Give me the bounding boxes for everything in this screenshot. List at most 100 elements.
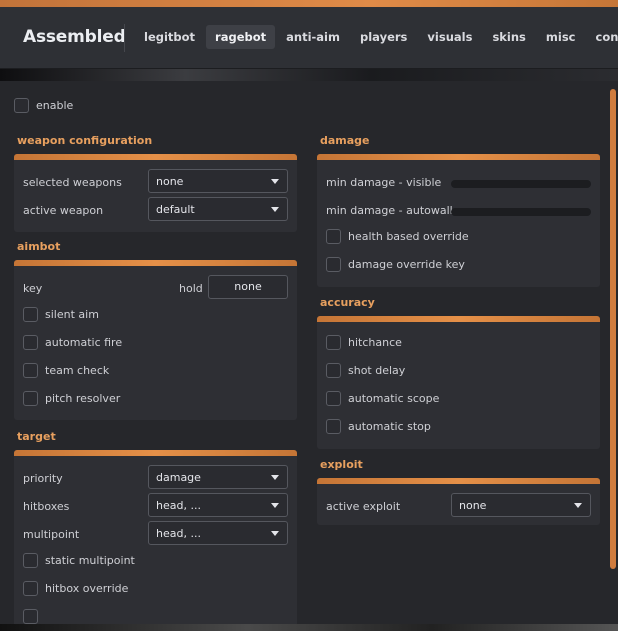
automatic-stop-label: automatic stop: [348, 420, 431, 433]
target-title: target: [17, 430, 56, 443]
chevron-down-icon: [271, 475, 279, 480]
priority-value: damage: [156, 471, 201, 484]
hitchance-label: hitchance: [348, 336, 402, 349]
health-based-override-checkbox[interactable]: health based override: [326, 229, 469, 244]
static-multipoint-checkbox[interactable]: static multipoint: [23, 553, 135, 568]
shot-delay-label: shot delay: [348, 364, 406, 377]
tab-bar: legitbot ragebot anti-aim players visual…: [135, 25, 618, 49]
checkbox-box[interactable]: [23, 609, 38, 624]
multipoint-label: multipoint: [23, 528, 80, 541]
damage-card: min damage - visible min damage - autowa…: [317, 154, 600, 287]
min-damage-autowall-label: min damage - autowall: [326, 204, 453, 217]
checkbox-box[interactable]: [23, 307, 38, 322]
chevron-down-icon: [271, 207, 279, 212]
chevron-down-icon: [574, 503, 582, 508]
automatic-scope-label: automatic scope: [348, 392, 440, 405]
health-based-override-label: health based override: [348, 230, 469, 243]
ragebot-panel: enable weapon configuration selected wea…: [0, 81, 618, 624]
checkbox-box[interactable]: [23, 553, 38, 568]
header-separator: [124, 24, 125, 52]
checkbox-box[interactable]: [326, 229, 341, 244]
hitbox-override-checkbox[interactable]: hitbox override: [23, 581, 128, 596]
card-accent-bar: [14, 450, 297, 456]
damage-override-key-checkbox[interactable]: damage override key: [326, 257, 465, 272]
app-logo: Assembled: [23, 27, 126, 47]
silent-aim-label: silent aim: [45, 308, 99, 321]
top-accent-bar: [0, 0, 618, 7]
min-damage-visible-slider[interactable]: [451, 180, 591, 188]
checkbox-box[interactable]: [326, 335, 341, 350]
active-weapon-dropdown[interactable]: default: [148, 197, 288, 221]
aimbot-title: aimbot: [17, 240, 61, 253]
hitboxes-dropdown[interactable]: head, ...: [148, 493, 288, 517]
tab-players[interactable]: players: [351, 25, 416, 49]
exploit-title: exploit: [320, 458, 363, 471]
hold-label: hold: [179, 282, 203, 295]
exploit-card: active exploit none: [317, 478, 600, 525]
automatic-fire-checkbox[interactable]: automatic fire: [23, 335, 122, 350]
card-accent-bar: [14, 260, 297, 266]
accuracy-title: accuracy: [320, 296, 375, 309]
tab-ragebot[interactable]: ragebot: [206, 25, 276, 49]
team-check-checkbox[interactable]: team check: [23, 363, 109, 378]
active-weapon-value: default: [156, 203, 195, 216]
active-exploit-label: active exploit: [326, 500, 401, 513]
aimbot-card: key hold none silent aim automatic fire …: [14, 260, 297, 420]
selected-weapons-dropdown[interactable]: none: [148, 169, 288, 193]
weapon-configuration-title: weapon configuration: [17, 134, 153, 147]
hitchance-checkbox[interactable]: hitchance: [326, 335, 402, 350]
weapon-configuration-card: selected weapons none active weapon defa…: [14, 154, 297, 232]
card-accent-bar: [14, 154, 297, 160]
checkbox-box[interactable]: [326, 257, 341, 272]
enable-label: enable: [36, 99, 74, 112]
checkbox-box[interactable]: [326, 363, 341, 378]
aimbot-key-button[interactable]: none: [208, 275, 288, 299]
damage-override-key-label: damage override key: [348, 258, 465, 271]
min-damage-visible-label: min damage - visible: [326, 176, 442, 189]
partially-hidden-checkbox[interactable]: [23, 609, 38, 624]
hitboxes-label: hitboxes: [23, 500, 70, 513]
checkbox-box[interactable]: [23, 335, 38, 350]
automatic-fire-label: automatic fire: [45, 336, 123, 349]
chevron-down-icon: [271, 503, 279, 508]
tab-misc[interactable]: misc: [537, 25, 585, 49]
priority-dropdown[interactable]: damage: [148, 465, 288, 489]
priority-label: priority: [23, 472, 63, 485]
header: Assembled legitbot ragebot anti-aim play…: [0, 7, 618, 69]
shot-delay-checkbox[interactable]: shot delay: [326, 363, 405, 378]
card-accent-bar: [317, 316, 600, 322]
scrollbar[interactable]: [610, 89, 616, 569]
selected-weapons-label: selected weapons: [23, 176, 122, 189]
tab-anti-aim[interactable]: anti-aim: [277, 25, 349, 49]
pitch-resolver-checkbox[interactable]: pitch resolver: [23, 391, 120, 406]
background-strip-bottom: [0, 624, 618, 631]
active-exploit-value: none: [459, 499, 487, 512]
automatic-stop-checkbox[interactable]: automatic stop: [326, 419, 431, 434]
hitbox-override-label: hitbox override: [45, 582, 129, 595]
multipoint-value: head, ...: [156, 527, 201, 540]
target-card: priority damage hitboxes head, ... multi…: [14, 450, 297, 624]
tab-legitbot[interactable]: legitbot: [135, 25, 204, 49]
background-strip: [0, 69, 618, 81]
checkbox-box[interactable]: [23, 363, 38, 378]
static-multipoint-label: static multipoint: [45, 554, 135, 567]
silent-aim-checkbox[interactable]: silent aim: [23, 307, 99, 322]
enable-checkbox[interactable]: enable: [14, 98, 73, 113]
tab-visuals[interactable]: visuals: [418, 25, 481, 49]
checkbox-box[interactable]: [326, 419, 341, 434]
card-accent-bar: [317, 478, 600, 484]
tab-skins[interactable]: skins: [483, 25, 534, 49]
chevron-down-icon: [271, 531, 279, 536]
checkbox-box[interactable]: [23, 391, 38, 406]
hitboxes-value: head, ...: [156, 499, 201, 512]
automatic-scope-checkbox[interactable]: automatic scope: [326, 391, 439, 406]
team-check-label: team check: [45, 364, 110, 377]
enable-checkbox-box[interactable]: [14, 98, 29, 113]
tab-config[interactable]: config: [587, 25, 618, 49]
min-damage-autowall-slider[interactable]: [451, 208, 591, 216]
active-exploit-dropdown[interactable]: none: [451, 493, 591, 517]
checkbox-box[interactable]: [23, 581, 38, 596]
checkbox-box[interactable]: [326, 391, 341, 406]
pitch-resolver-label: pitch resolver: [45, 392, 121, 405]
multipoint-dropdown[interactable]: head, ...: [148, 521, 288, 545]
